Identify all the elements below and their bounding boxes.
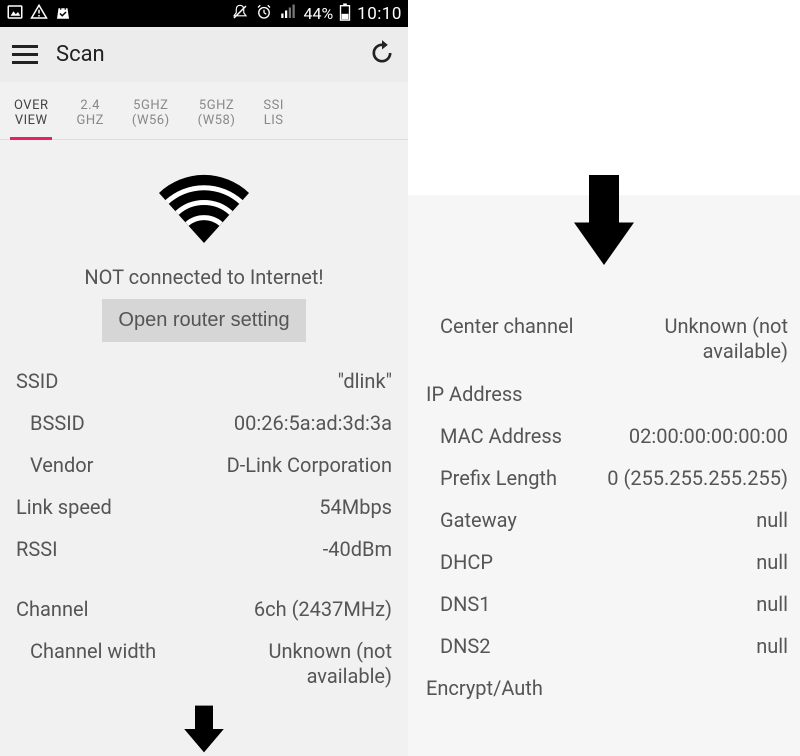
detail-row: Prefix Length 0 (255.255.255.255) bbox=[426, 457, 788, 499]
detail-value: null bbox=[756, 550, 788, 574]
detail-row: DNS1 null bbox=[426, 583, 788, 625]
detail-row: DNS2 null bbox=[426, 625, 788, 667]
detail-row: Center channel Unknown (notavailable) bbox=[426, 305, 788, 373]
tab-5ghz[interactable]: 5GHZ(W56) bbox=[118, 88, 184, 139]
detail-row: Channel 6ch (2437MHz) bbox=[16, 588, 392, 630]
detail-label: RSSI bbox=[16, 537, 58, 561]
detail-value: D-Link Corporation bbox=[227, 453, 392, 477]
detail-label: IP Address bbox=[426, 382, 522, 406]
detail-value: 02:00:00:00:00:00 bbox=[629, 424, 788, 448]
detail-value: 0 (255.255.255.255) bbox=[607, 466, 788, 490]
clock-text: 10:10 bbox=[357, 4, 402, 24]
shopping-bag-icon bbox=[54, 3, 72, 25]
detail-row: RSSI -40dBm bbox=[16, 528, 392, 570]
scroll-down-arrow-icon bbox=[564, 170, 644, 270]
battery-icon bbox=[339, 3, 351, 25]
tab-bar: OVERVIEW2.4GHZ5GHZ(W56)5GHZ(W58)SSILIS bbox=[0, 82, 408, 140]
detail-label: BSSID bbox=[16, 411, 85, 435]
overview-details: SSID "dlink" BSSID 00:26:5a:ad:3d:3a Vendor D… bbox=[0, 352, 408, 698]
detail-value: 54Mbps bbox=[319, 495, 392, 519]
warning-triangle-icon bbox=[30, 3, 48, 25]
wifi-icon bbox=[0, 168, 408, 243]
detail-value: null bbox=[756, 592, 788, 616]
detail-row bbox=[16, 570, 392, 588]
detail-row: DHCP null bbox=[426, 541, 788, 583]
detail-label: DNS1 bbox=[426, 592, 491, 616]
detail-label: MAC Address bbox=[426, 424, 562, 448]
page-title: Scan bbox=[56, 42, 350, 67]
overview-details-cont: Center channel Unknown (notavailable) IP A… bbox=[408, 195, 800, 709]
detail-label: DHCP bbox=[426, 550, 493, 574]
detail-label: Link speed bbox=[16, 495, 112, 519]
menu-icon[interactable] bbox=[12, 45, 38, 64]
detail-row: IP Address bbox=[426, 373, 788, 415]
detail-label: Center channel bbox=[426, 314, 573, 338]
battery-text: 44% bbox=[303, 4, 333, 23]
tab-24[interactable]: 2.4GHZ bbox=[62, 88, 117, 139]
detail-label: DNS2 bbox=[426, 634, 491, 658]
detail-row: Gateway null bbox=[426, 499, 788, 541]
detail-label: Channel width bbox=[16, 639, 156, 663]
alarm-icon bbox=[255, 3, 273, 25]
detail-label: Prefix Length bbox=[426, 466, 557, 490]
detail-value: 6ch (2437MHz) bbox=[254, 597, 392, 621]
detail-label: Encrypt/Auth bbox=[426, 676, 543, 700]
detail-value: "dlink" bbox=[338, 369, 392, 393]
detail-value: Unknown (notavailable) bbox=[665, 314, 788, 364]
detail-row: SSID "dlink" bbox=[16, 360, 392, 402]
status-bar: 44% 10:10 bbox=[0, 0, 408, 27]
image-icon bbox=[6, 3, 24, 25]
app-bar: Scan bbox=[0, 27, 408, 82]
detail-label: Vendor bbox=[16, 453, 93, 477]
detail-row: Vendor D-Link Corporation bbox=[16, 444, 392, 486]
detail-row: BSSID 00:26:5a:ad:3d:3a bbox=[16, 402, 392, 444]
detail-value: -40dBm bbox=[323, 537, 392, 561]
right-top-blank bbox=[408, 0, 800, 195]
detail-row: Encrypt/Auth bbox=[426, 667, 788, 709]
detail-row: Link speed 54Mbps bbox=[16, 486, 392, 528]
tab-5ghz[interactable]: 5GHZ(W58) bbox=[184, 88, 250, 139]
detail-label: Gateway bbox=[426, 508, 517, 532]
signal-icon bbox=[279, 3, 297, 25]
detail-value: null bbox=[756, 634, 788, 658]
refresh-icon[interactable] bbox=[368, 39, 396, 71]
scroll-down-arrow-icon bbox=[0, 702, 408, 756]
connection-warning: NOT connected to Internet! bbox=[0, 265, 408, 289]
detail-value: Unknown (notavailable) bbox=[269, 639, 392, 689]
detail-value: null bbox=[756, 508, 788, 532]
detail-row: MAC Address 02:00:00:00:00:00 bbox=[426, 415, 788, 457]
detail-value: 00:26:5a:ad:3d:3a bbox=[234, 411, 392, 435]
detail-label: SSID bbox=[16, 369, 58, 393]
open-router-setting-button[interactable]: Open router setting bbox=[102, 299, 305, 342]
tab-over[interactable]: OVERVIEW bbox=[0, 88, 62, 139]
mute-icon bbox=[231, 3, 249, 25]
connection-hero: NOT connected to Internet! Open router s… bbox=[0, 140, 408, 352]
tab-ssi[interactable]: SSILIS bbox=[249, 88, 297, 139]
detail-row: Channel width Unknown (notavailable) bbox=[16, 630, 392, 698]
detail-label: Channel bbox=[16, 597, 88, 621]
